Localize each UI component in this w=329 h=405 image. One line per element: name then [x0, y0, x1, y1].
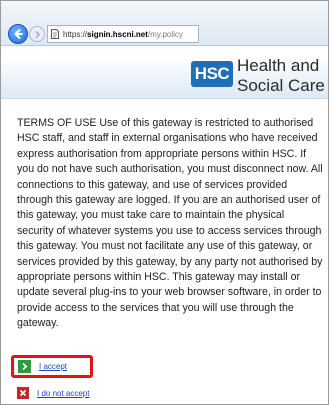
chevron-right-icon[interactable]	[18, 360, 31, 373]
browser-window: https://signin.hscni.net/my.policy HSC H…	[0, 0, 329, 405]
address-bar[interactable]: https://signin.hscni.net/my.policy	[47, 25, 199, 43]
organisation-name: Health and Social Care	[237, 56, 328, 96]
accept-option-highlight[interactable]: I accept	[11, 355, 93, 378]
terms-of-use-text: TERMS OF USE Use of this gateway is rest…	[17, 117, 323, 330]
url-scheme: https://	[63, 29, 88, 39]
x-icon[interactable]	[17, 387, 29, 399]
back-arrow-icon[interactable]	[8, 24, 28, 44]
decline-link[interactable]: I do not accept	[37, 389, 89, 398]
url-path: /my.policy	[147, 29, 183, 39]
url-text: https://signin.hscni.net/my.policy	[63, 30, 183, 39]
forward-arrow-icon[interactable]	[29, 26, 45, 42]
page-icon	[51, 29, 59, 39]
accept-link[interactable]: I accept	[39, 362, 67, 371]
org-name-line2: Social Care	[237, 76, 325, 95]
url-host: signin.hscni.net	[87, 29, 148, 39]
logo-text: HSC	[194, 64, 230, 83]
hsc-logo: HSC	[191, 61, 233, 87]
org-name-line1: Health and	[237, 56, 320, 75]
decline-option[interactable]: I do not accept	[17, 386, 89, 400]
browser-toolbar: https://signin.hscni.net/my.policy	[1, 1, 328, 46]
site-header: HSC Health and Social Care	[1, 46, 328, 99]
